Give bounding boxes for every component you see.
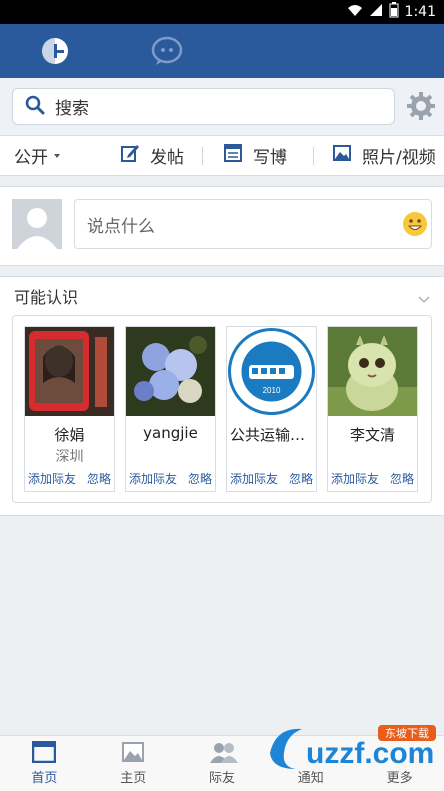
ignore-button[interactable]: 忽略 — [289, 470, 313, 487]
action-row: 公开 发帖 写博 照片/视频 — [0, 136, 444, 176]
suggestion-location — [126, 446, 215, 466]
watermark-tag: 东坡下载 — [385, 727, 429, 740]
chevron-down-icon[interactable] — [418, 289, 430, 304]
tab-home[interactable]: 首页 — [0, 736, 89, 791]
add-friend-button[interactable]: 添加际友 — [331, 470, 379, 487]
suggestion-name: 李文清 — [349, 426, 395, 444]
photo-button[interactable]: 照片/视频 — [314, 143, 436, 168]
blog-icon — [223, 143, 243, 168]
seal-year: 2010 — [263, 386, 281, 395]
suggestion-photo[interactable] — [328, 327, 417, 416]
tab-friends-label: 际友 — [208, 771, 235, 786]
caret-down-icon — [54, 153, 60, 158]
ignore-button[interactable]: 忽略 — [390, 470, 414, 487]
status-time: 1:41 — [404, 4, 436, 20]
suggestion-card[interactable]: 徐娟 深圳 添加际友 忽略 — [24, 326, 115, 492]
search-input[interactable]: 搜索 — [12, 88, 395, 125]
post-button[interactable]: 发帖 — [102, 143, 202, 168]
watermark: uzzf.com 东坡下载 — [266, 723, 438, 773]
suggestion-list: 徐娟 深圳 添加际友 忽略 yangjie 添加际友 忽略 2010 公共运输职… — [12, 315, 432, 503]
avatar[interactable] — [12, 199, 62, 249]
suggestion-location — [227, 446, 316, 466]
suggestion-card[interactable]: 李文清 添加际友 忽略 — [327, 326, 418, 492]
app-logo-icon[interactable] — [40, 36, 70, 66]
suggestion-photo[interactable] — [25, 327, 114, 416]
section-title: 可能认识 — [14, 288, 79, 307]
visibility-label: 公开 — [14, 148, 48, 168]
chat-icon[interactable] — [150, 36, 184, 66]
spacer — [0, 176, 444, 186]
composer: 说点什么 — [0, 186, 444, 266]
battery-icon — [389, 2, 399, 22]
image-icon — [332, 143, 352, 168]
suggestion-photo[interactable]: 2010 — [227, 327, 316, 416]
blog-label: 写博 — [253, 148, 287, 168]
suggestion-name: 徐娟 — [54, 426, 85, 444]
ignore-button[interactable]: 忽略 — [87, 470, 111, 487]
status-bar: 1:41 — [0, 0, 444, 24]
ignore-button[interactable]: 忽略 — [188, 470, 212, 487]
top-bar — [0, 24, 444, 78]
status-input[interactable]: 说点什么 — [74, 199, 432, 249]
emoji-icon[interactable] — [402, 211, 428, 237]
add-friend-button[interactable]: 添加际友 — [230, 470, 278, 487]
photo-label: 照片/视频 — [362, 148, 436, 168]
status-placeholder: 说点什么 — [87, 216, 155, 237]
add-friend-button[interactable]: 添加际友 — [28, 470, 76, 487]
suggestion-location — [328, 446, 417, 466]
image-icon — [121, 741, 145, 763]
suggestion-location: 深圳 — [55, 449, 84, 465]
tab-home-label: 首页 — [31, 771, 58, 786]
spacer — [0, 266, 444, 276]
tab-profile-label: 主页 — [120, 771, 147, 786]
suggestion-photo[interactable] — [126, 327, 215, 416]
search-placeholder: 搜索 — [55, 99, 89, 119]
watermark-text: uzzf.com — [306, 737, 434, 770]
tab-friends[interactable]: 际友 — [178, 736, 267, 791]
edit-icon — [120, 143, 140, 168]
wifi-icon — [347, 3, 363, 21]
section-header: 可能认识 — [0, 277, 444, 315]
post-label: 发帖 — [150, 148, 184, 168]
search-icon — [25, 95, 45, 119]
visibility-selector[interactable]: 公开 — [0, 143, 102, 168]
suggestion-name: yangjie — [143, 424, 198, 442]
tab-profile[interactable]: 主页 — [89, 736, 178, 791]
gear-icon[interactable] — [406, 91, 436, 121]
search-row: 搜索 — [0, 78, 444, 136]
suggestion-name: 公共运输职... — [230, 426, 316, 444]
home-icon — [32, 740, 57, 764]
suggestion-card[interactable]: yangjie 添加际友 忽略 — [125, 326, 216, 492]
blog-button[interactable]: 写博 — [203, 143, 313, 168]
signal-icon — [369, 3, 383, 21]
suggestion-card[interactable]: 2010 公共运输职... 添加际友 忽略 — [226, 326, 317, 492]
people-you-may-know: 可能认识 徐娟 深圳 添加际友 忽略 yangjie 添加际友 忽略 2010 … — [0, 276, 444, 516]
add-friend-button[interactable]: 添加际友 — [129, 470, 177, 487]
friends-icon — [209, 741, 238, 763]
